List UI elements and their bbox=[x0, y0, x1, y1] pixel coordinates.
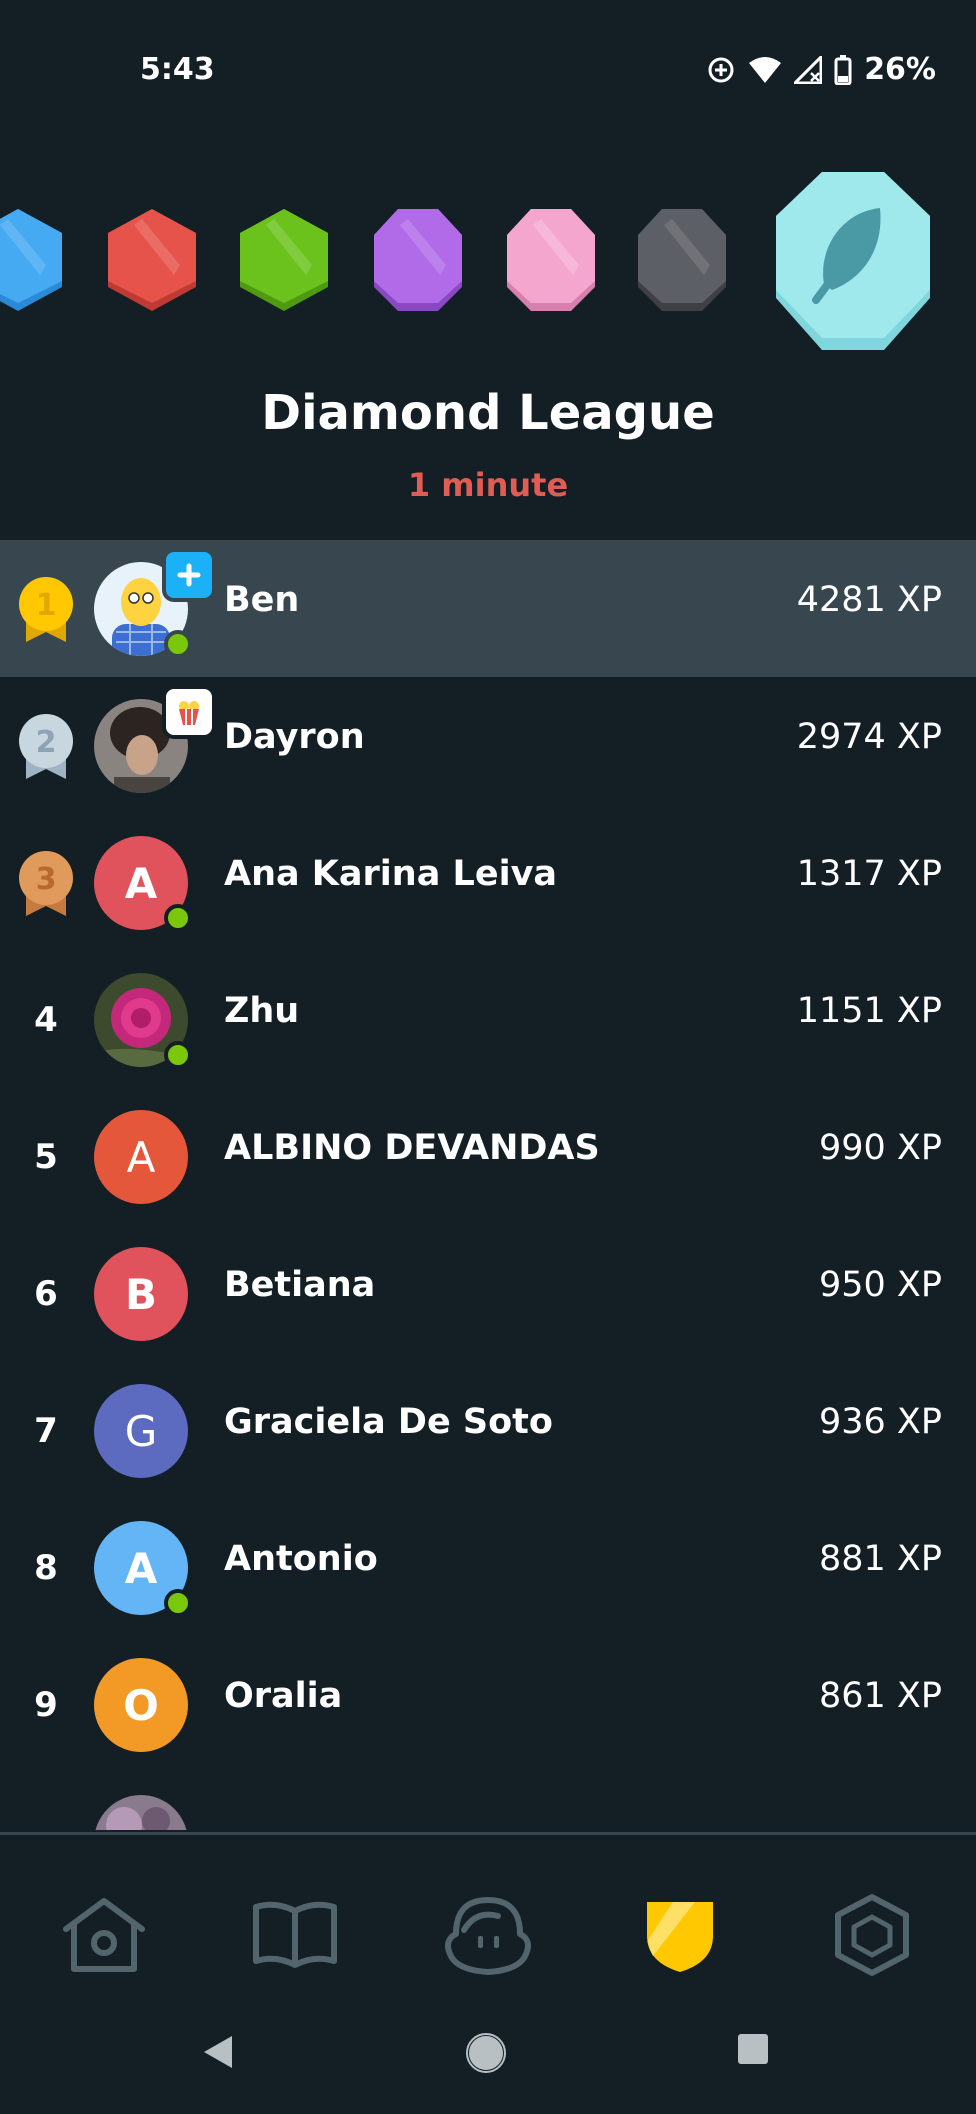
avatar[interactable] bbox=[94, 1795, 188, 1830]
status-icons: 26% bbox=[706, 52, 936, 87]
avatar-letter: G bbox=[124, 1406, 158, 1456]
rank-number: 3 bbox=[36, 862, 57, 897]
status-time: 5:43 bbox=[140, 52, 215, 87]
user-xp: 1317 XP bbox=[796, 854, 942, 894]
avatar-letter: A bbox=[126, 1132, 156, 1182]
bronze-medal-icon: 3 bbox=[16, 851, 76, 916]
user-xp: 2974 XP bbox=[796, 717, 942, 757]
system-navigation-bar bbox=[0, 2012, 976, 2114]
rank-number: 8 bbox=[34, 1548, 58, 1588]
user-xp: 950 XP bbox=[818, 1265, 942, 1305]
plus-icon bbox=[162, 548, 216, 602]
sapphire-league-badge[interactable] bbox=[0, 205, 66, 315]
rank-number: 7 bbox=[34, 1411, 58, 1451]
league-time-remaining: 1 minute bbox=[407, 466, 569, 504]
league-title: Diamond League bbox=[261, 385, 715, 441]
user-name: Graciela De Soto bbox=[224, 1402, 553, 1442]
avatar[interactable] bbox=[94, 548, 216, 658]
more-hexagon-icon[interactable] bbox=[822, 1885, 922, 1985]
user-xp: 1151 XP bbox=[796, 991, 942, 1031]
silver-medal-icon: 2 bbox=[16, 714, 76, 779]
home-circle-icon[interactable] bbox=[465, 2032, 507, 2078]
obsidian-league-badge[interactable] bbox=[634, 205, 730, 315]
rank-number: 1 bbox=[36, 588, 57, 623]
emerald-league-badge[interactable] bbox=[236, 205, 332, 315]
data-saver-icon bbox=[706, 55, 736, 85]
leaderboard-row[interactable]: 6 B Betiana 950 XP bbox=[0, 1225, 976, 1362]
battery-percent: 26% bbox=[864, 52, 936, 87]
league-badges-carousel[interactable] bbox=[0, 160, 976, 370]
leaderboard-row[interactable]: 5 A ALBINO DEVANDAS 990 XP bbox=[0, 1088, 976, 1225]
rank-number: 9 bbox=[34, 1685, 58, 1725]
leaderboard-shield-icon[interactable] bbox=[630, 1885, 730, 1985]
wifi-icon bbox=[748, 56, 782, 84]
avatar-letter: O bbox=[123, 1680, 159, 1730]
avatar[interactable]: B bbox=[94, 1247, 188, 1341]
avatar[interactable] bbox=[94, 973, 192, 1069]
user-xp: 936 XP bbox=[818, 1402, 942, 1442]
rank-number: 4 bbox=[34, 1000, 58, 1040]
leaderboard-row[interactable]: 2 Dayron 2974 XP bbox=[0, 677, 976, 814]
user-name: Ana Karina Leiva bbox=[224, 854, 557, 894]
user-name: Oralia bbox=[224, 1676, 343, 1716]
avatar[interactable]: A bbox=[94, 836, 192, 932]
rank-number: 5 bbox=[34, 1137, 58, 1177]
online-indicator bbox=[164, 1041, 192, 1069]
leaderboard-row[interactable]: 8 A Antonio 881 XP bbox=[0, 1499, 976, 1636]
user-name: Ben bbox=[224, 580, 300, 620]
avatar-letter: A bbox=[124, 1543, 158, 1593]
avatar[interactable]: A bbox=[94, 1110, 188, 1204]
avatar[interactable]: G bbox=[94, 1384, 188, 1478]
avatar-letter: A bbox=[124, 858, 158, 908]
user-name: Dayron bbox=[224, 717, 365, 757]
user-name: Zhu bbox=[224, 991, 300, 1031]
gold-medal-icon: 1 bbox=[16, 577, 76, 642]
character-icon[interactable] bbox=[438, 1885, 538, 1985]
diamond-league-badge[interactable] bbox=[772, 168, 934, 354]
user-xp: 881 XP bbox=[818, 1539, 942, 1579]
user-xp: 990 XP bbox=[818, 1128, 942, 1168]
online-indicator bbox=[164, 904, 192, 932]
leaderboard-row[interactable]: 7 G Graciela De Soto 936 XP bbox=[0, 1362, 976, 1499]
avatar[interactable]: A bbox=[94, 1521, 192, 1617]
user-name: Betiana bbox=[224, 1265, 376, 1305]
learn-book-icon[interactable] bbox=[245, 1885, 345, 1985]
online-indicator bbox=[164, 630, 192, 658]
leaderboard-row[interactable]: 9 O Oralia 861 XP bbox=[0, 1636, 976, 1773]
leaderboard-row[interactable]: 4 Zhu 1151 XP bbox=[0, 951, 976, 1088]
avatar-letter: B bbox=[124, 1269, 157, 1319]
leaderboard-row[interactable]: 3 A Ana Karina Leiva 1317 XP bbox=[0, 814, 976, 951]
rank-number: 2 bbox=[36, 725, 57, 760]
signal-icon bbox=[794, 55, 823, 84]
avatar[interactable]: O bbox=[94, 1658, 188, 1752]
popcorn-icon bbox=[162, 685, 216, 739]
leaderboard-row-partial[interactable] bbox=[0, 1773, 976, 1830]
rank-number: 6 bbox=[34, 1274, 58, 1314]
home-icon[interactable] bbox=[54, 1885, 154, 1985]
leaderboard-list[interactable]: 1 Ben 4281 XP 2 Dayron 2974 XP 3 A Ana K… bbox=[0, 540, 976, 1830]
status-bar: 5:43 26% bbox=[0, 0, 976, 150]
user-xp: 4281 XP bbox=[796, 580, 942, 620]
amethyst-league-badge[interactable] bbox=[370, 205, 466, 315]
user-name: Antonio bbox=[224, 1539, 378, 1579]
pearl-league-badge[interactable] bbox=[503, 205, 599, 315]
user-name: ALBINO DEVANDAS bbox=[224, 1128, 600, 1168]
battery-icon bbox=[834, 54, 852, 85]
user-xp: 861 XP bbox=[818, 1676, 942, 1716]
leaderboard-row[interactable]: 1 Ben 4281 XP bbox=[0, 540, 976, 677]
avatar[interactable] bbox=[94, 685, 216, 793]
recents-icon[interactable] bbox=[736, 2032, 770, 2070]
online-indicator bbox=[164, 1589, 192, 1617]
bottom-nav bbox=[0, 1832, 976, 2015]
ruby-league-badge[interactable] bbox=[104, 205, 200, 315]
back-icon[interactable] bbox=[200, 2032, 236, 2076]
